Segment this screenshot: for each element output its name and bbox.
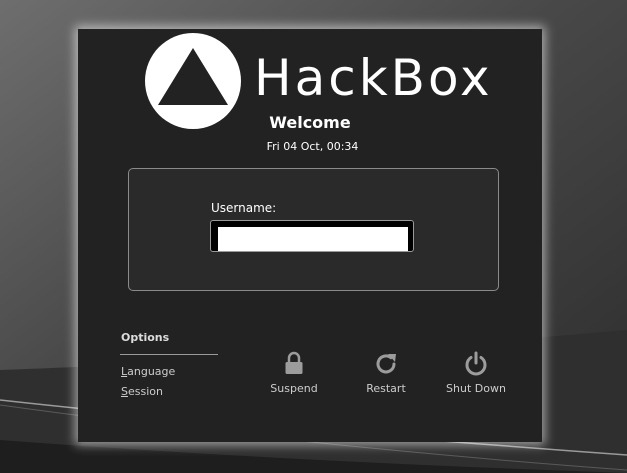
brand-name: HackBox [254, 49, 493, 107]
restart-label: Restart [366, 382, 406, 395]
power-icon [465, 351, 487, 376]
username-label: Username: [211, 201, 277, 215]
login-box: Username: [128, 168, 499, 291]
shutdown-label: Shut Down [446, 382, 506, 395]
restart-icon [376, 354, 396, 374]
session-label-rest: ession [127, 385, 163, 398]
language-label-rest: anguage [127, 365, 176, 378]
username-input[interactable] [218, 227, 408, 251]
language-link[interactable]: Language [121, 365, 175, 378]
session-link[interactable]: Session [121, 385, 163, 398]
suspend-button[interactable]: Suspend [254, 351, 334, 395]
options-title: Options [121, 331, 170, 344]
session-mnemonic: S [121, 385, 128, 398]
shutdown-button[interactable]: Shut Down [436, 351, 516, 395]
lock-icon [285, 351, 303, 374]
suspend-label: Suspend [270, 382, 318, 395]
date-time: Fri 04 Oct, 00:34 [266, 140, 359, 153]
username-field [210, 220, 414, 252]
options-divider [120, 354, 218, 355]
welcome-title: Welcome [269, 113, 351, 132]
login-panel: HackBox Welcome Fri 04 Oct, 00:34 Userna… [78, 29, 542, 442]
restart-button[interactable]: Restart [346, 351, 426, 395]
